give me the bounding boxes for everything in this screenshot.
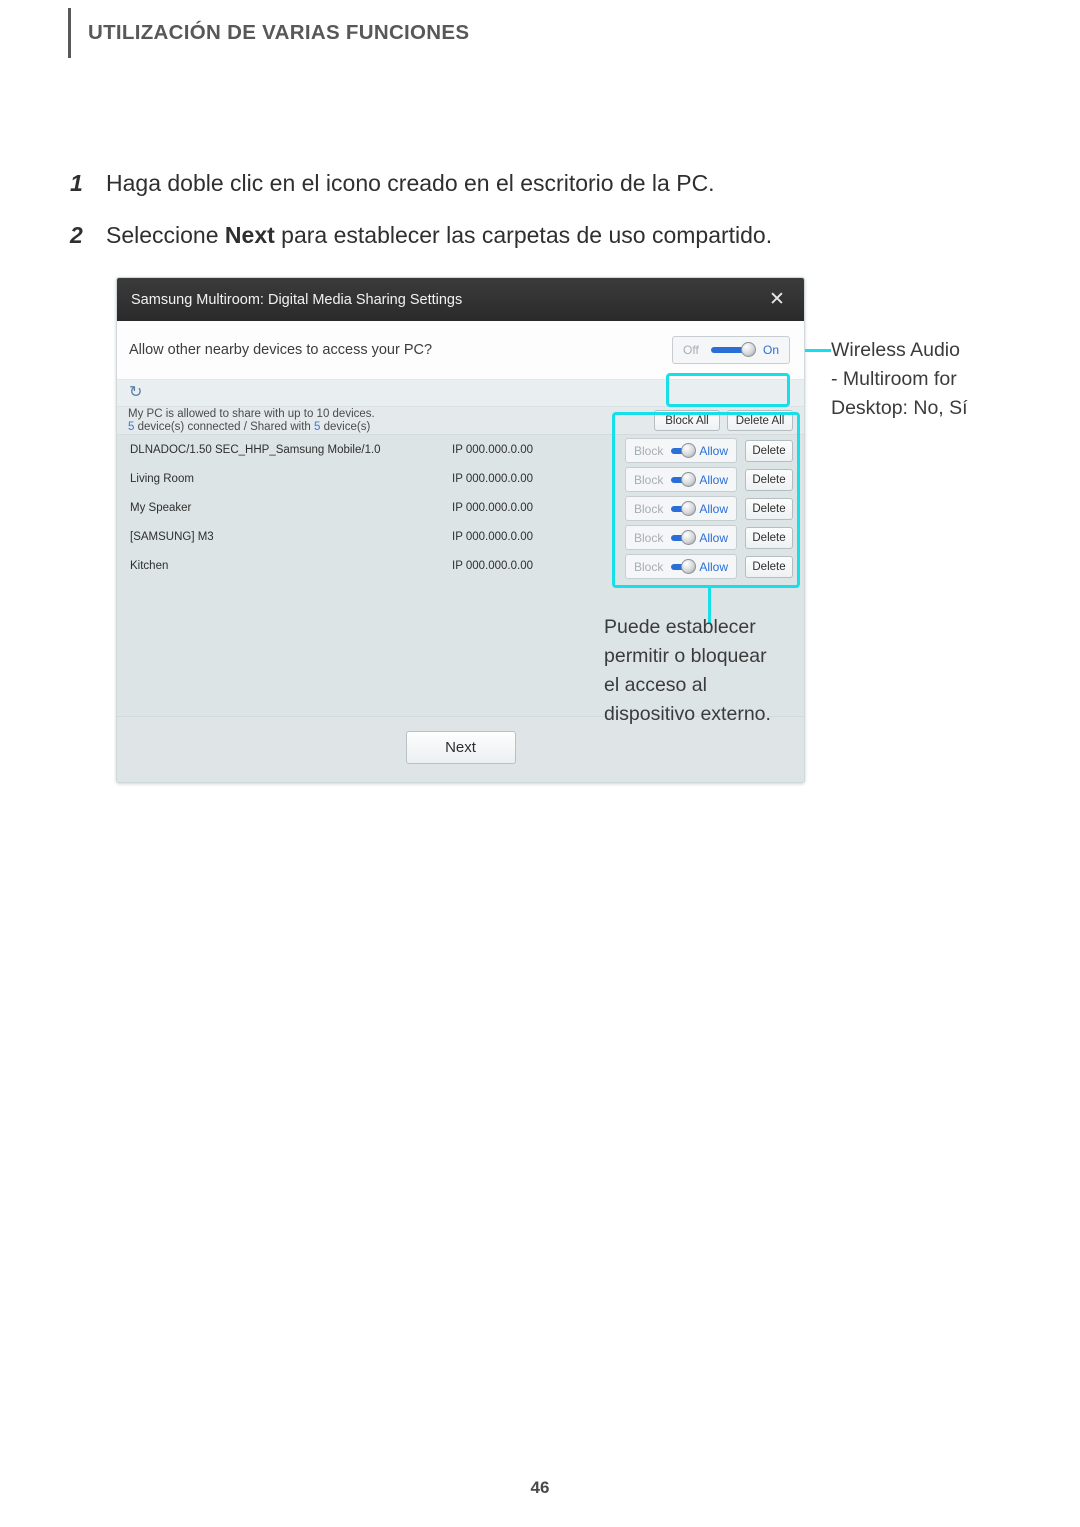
callout-bottom-line: el acceso al [604, 674, 707, 696]
step-number: 2 [70, 222, 83, 248]
delete-button[interactable]: Delete [745, 526, 793, 549]
device-access-toggle[interactable]: Block Allow [625, 496, 737, 521]
table-row[interactable]: [SAMSUNG] M3 IP 000.000.0.00 Block Allow… [117, 522, 804, 551]
table-row[interactable]: DLNADOC/1.50 SEC_HHP_Samsung Mobile/1.0 … [117, 435, 804, 464]
device-list-summary: My PC is allowed to share with up to 10 … [128, 408, 375, 433]
header-rule [68, 8, 71, 58]
step-number: 1 [70, 170, 83, 196]
toggle-on-label: On [762, 343, 779, 357]
step-text: Seleccione Next para establecer las carp… [106, 220, 772, 250]
device-ip: IP 000.000.0.00 [452, 530, 533, 543]
toggle-knob [681, 442, 697, 458]
block-label: Block [634, 443, 664, 458]
step-text-part: Seleccione [106, 222, 225, 248]
device-list: DLNADOC/1.50 SEC_HHP_Samsung Mobile/1.0 … [117, 435, 804, 580]
step-item: 2 Seleccione Next para establecer las ca… [70, 220, 970, 250]
allow-label: Allow [699, 530, 728, 545]
device-name: Kitchen [130, 559, 169, 572]
share-limit-text: My PC is allowed to share with up to 10 … [128, 408, 375, 420]
device-access-toggle[interactable]: Block Allow [625, 438, 737, 463]
device-access-toggle[interactable]: Block Allow [625, 554, 737, 579]
device-name: Living Room [130, 472, 194, 485]
device-name: [SAMSUNG] M3 [130, 530, 214, 543]
row-controls: Block Allow Delete [625, 496, 793, 521]
device-ip: IP 000.000.0.00 [452, 559, 533, 572]
device-name: My Speaker [130, 501, 192, 514]
toggle-knob [681, 558, 697, 574]
page-header: UTILIZACIÓN DE VARIAS FUNCIONES [68, 8, 469, 58]
delete-all-button[interactable]: Delete All [727, 410, 793, 431]
delete-button[interactable]: Delete [745, 439, 793, 462]
toggle-knob [681, 500, 697, 516]
device-ip: IP 000.000.0.00 [452, 443, 533, 456]
device-list-header: My PC is allowed to share with up to 10 … [117, 407, 804, 435]
toggle-knob [681, 471, 697, 487]
delete-button[interactable]: Delete [745, 497, 793, 520]
allow-access-label: Allow other nearby devices to access you… [129, 342, 433, 358]
allow-label: Allow [699, 501, 728, 516]
toggle-off-label: Off [683, 343, 699, 357]
device-name: DLNADOC/1.50 SEC_HHP_Samsung Mobile/1.0 [130, 443, 381, 456]
instruction-steps: 1 Haga doble clic en el icono creado en … [70, 168, 970, 272]
step-text: Haga doble clic en el icono creado en el… [106, 168, 715, 198]
bulk-action-buttons: Block All Delete All [654, 410, 793, 431]
dialog-titlebar: Samsung Multiroom: Digital Media Sharing… [117, 278, 804, 321]
refresh-icon[interactable]: ↻ [129, 385, 145, 401]
toggle-track [710, 342, 756, 357]
page-number: 46 [530, 1478, 550, 1497]
allow-label: Allow [699, 472, 728, 487]
block-label: Block [634, 530, 664, 545]
allow-label: Allow [699, 443, 728, 458]
toggle-knob [740, 342, 756, 357]
block-all-button[interactable]: Block All [654, 410, 720, 431]
device-access-toggle[interactable]: Block Allow [625, 525, 737, 550]
block-label: Block [634, 472, 664, 487]
callout-bottom-line: dispositivo externo. [604, 703, 771, 725]
callout-bottom-line: Puede establecer [604, 616, 756, 638]
device-access-toggle[interactable]: Block Allow [625, 467, 737, 492]
toggle-track [671, 471, 697, 487]
row-controls: Block Allow Delete [625, 438, 793, 463]
page-title: UTILIZACIÓN DE VARIAS FUNCIONES [88, 21, 470, 44]
row-controls: Block Allow Delete [625, 467, 793, 492]
step-text-emphasis: Next [224, 222, 275, 248]
table-row[interactable]: My Speaker IP 000.000.0.00 Block Allow D… [117, 493, 804, 522]
allow-access-row: Allow other nearby devices to access you… [117, 321, 804, 407]
step-item: 1 Haga doble clic en el icono creado en … [70, 168, 970, 198]
step-text-part: Haga doble clic en el icono creado en el… [106, 170, 715, 196]
step-text-part: para establecer las carpetas de uso comp… [274, 222, 773, 248]
device-ip: IP 000.000.0.00 [452, 501, 533, 514]
refresh-row: ↻ [117, 380, 804, 407]
connected-count-text: 5 device(s) connected / Shared with 5 de… [128, 421, 375, 434]
callout-top: Wireless Audio - Multiroom for Desktop: … [831, 336, 1061, 423]
row-controls: Block Allow Delete [625, 554, 793, 579]
device-ip: IP 000.000.0.00 [452, 472, 533, 485]
dialog-title: Samsung Multiroom: Digital Media Sharing… [131, 291, 463, 308]
block-label: Block [634, 559, 664, 574]
toggle-track [671, 529, 697, 545]
callout-bottom: Puede establecer permitir o bloquear el … [604, 613, 834, 729]
block-label: Block [634, 501, 664, 516]
delete-button[interactable]: Delete [745, 468, 793, 491]
close-icon[interactable]: ✕ [766, 290, 788, 309]
toggle-knob [681, 529, 697, 545]
callout-bottom-line: permitir o bloquear [604, 645, 767, 667]
callout-top-line: Wireless Audio [831, 339, 960, 361]
callout-top-line: Desktop: No, Sí [831, 397, 968, 419]
allow-label: Allow [699, 559, 728, 574]
table-row[interactable]: Living Room IP 000.000.0.00 Block Allow … [117, 464, 804, 493]
toggle-track [671, 500, 697, 516]
toggle-track [671, 558, 697, 574]
table-row[interactable]: Kitchen IP 000.000.0.00 Block Allow Dele… [117, 551, 804, 580]
callout-connector-top [805, 349, 831, 352]
toggle-track [671, 442, 697, 458]
row-controls: Block Allow Delete [625, 525, 793, 550]
master-access-toggle[interactable]: Off On [672, 336, 790, 364]
callout-top-line: - Multiroom for [831, 368, 957, 390]
connected-mid: device(s) connected / Shared with [134, 420, 315, 433]
next-button[interactable]: Next [405, 730, 516, 764]
connected-end: device(s) [320, 420, 371, 433]
delete-button[interactable]: Delete [745, 555, 793, 578]
